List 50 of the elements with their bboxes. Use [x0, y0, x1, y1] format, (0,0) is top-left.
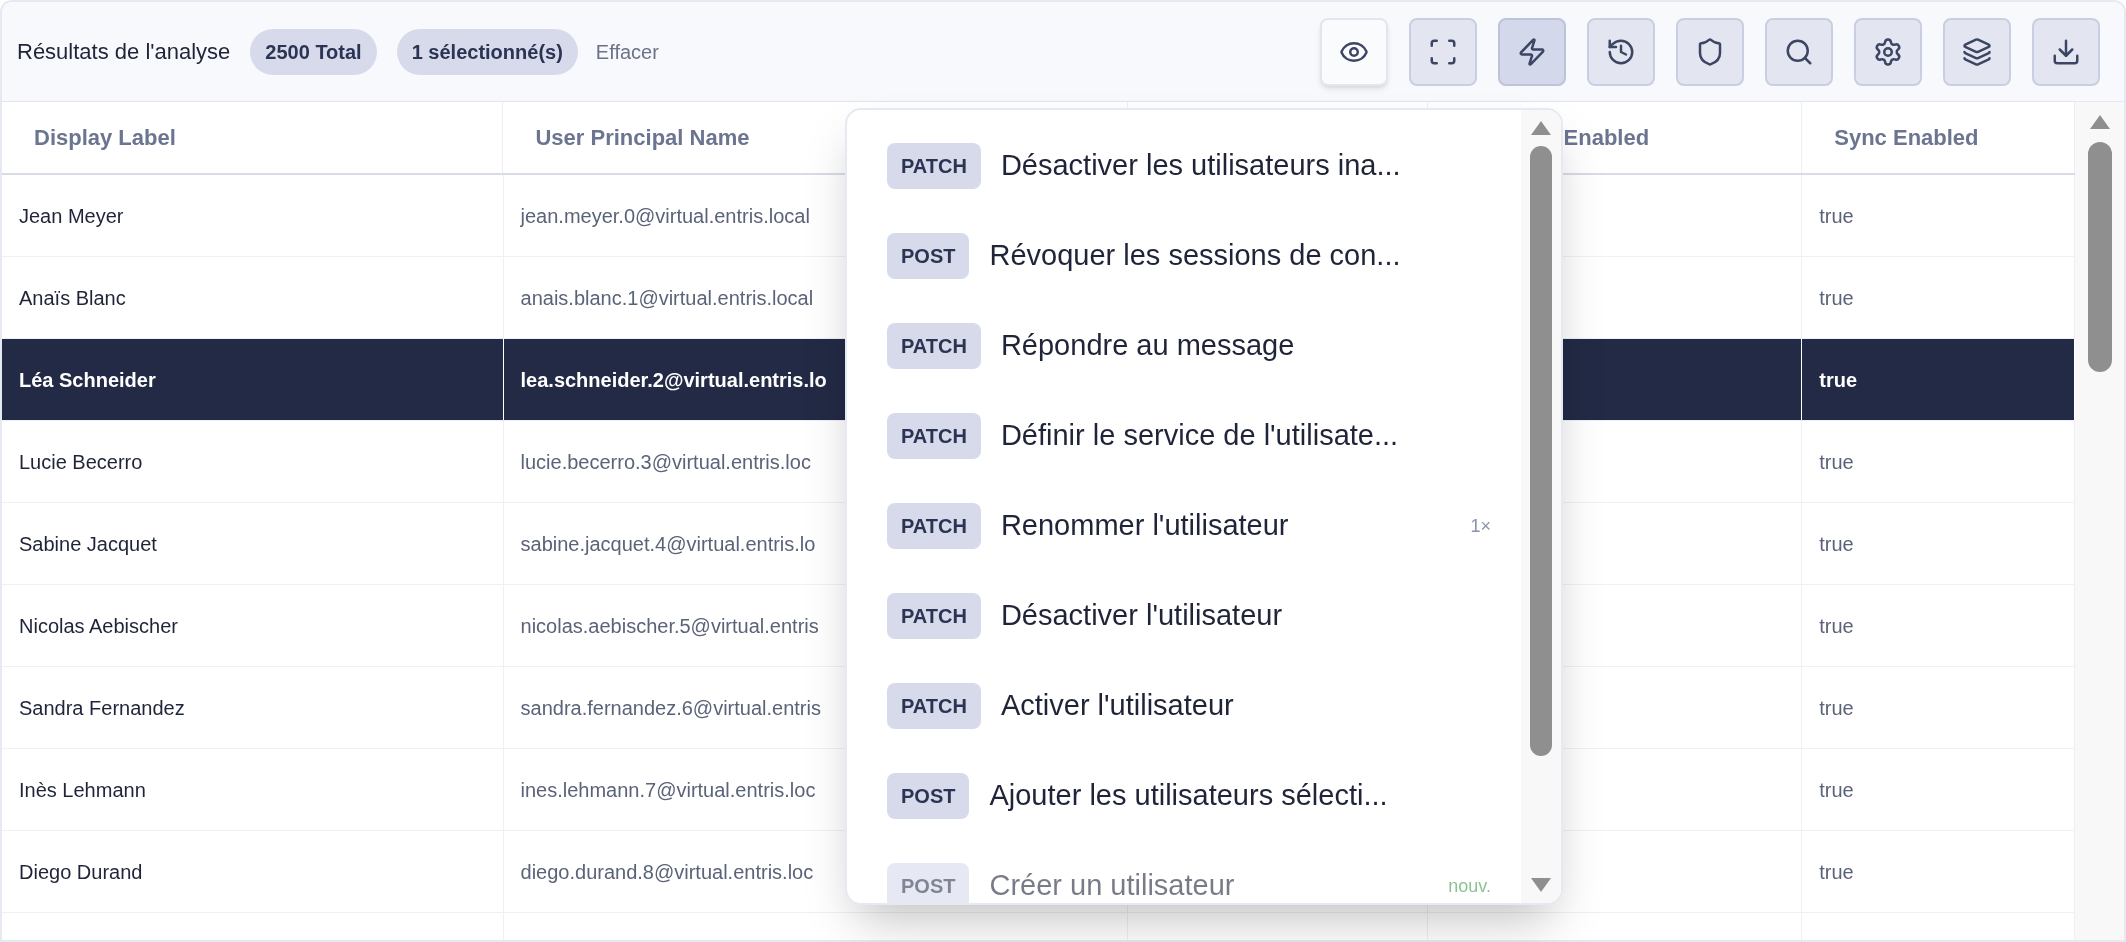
table-cell-text: true [1819, 777, 1854, 803]
menu-item-label: Désactiver l'utilisateur [1000, 598, 1283, 634]
table-cell-text: true [1819, 203, 1854, 229]
table-cell-text: Anaïs Blanc [19, 285, 126, 311]
menu-item-label: Définir le service de l'utilisate... [1000, 418, 1399, 454]
table-cell-text: true [1819, 859, 1854, 885]
table-cell-text: diego.durand.8@virtual.entris.loc [520, 859, 814, 885]
table-cell-text: true [1819, 531, 1854, 557]
table-cell-text: anais.blanc.1@virtual.entris.local [520, 285, 814, 311]
menu-item-label: Révoquer les sessions de con... [989, 238, 1401, 274]
method-badge: POST [887, 863, 970, 903]
table-cell-text: Léa Schneider [19, 367, 156, 393]
method-badge: POST [887, 233, 970, 279]
table-cell-text: true [1819, 613, 1854, 639]
menu-item-label: Désactiver les utilisateurs ina... [1000, 148, 1401, 184]
method-badge: PATCH [887, 503, 981, 549]
table-cell-text: Inès Lehmann [19, 777, 146, 803]
menu-item-label: Créer un utilisateur [989, 868, 1235, 903]
method-badge: PATCH [887, 413, 981, 459]
table-cell-text: true [1819, 695, 1854, 721]
menu-item-label: Renommer l'utilisateur [1000, 508, 1289, 544]
count-badge: 1 sélectionné(s) [396, 28, 578, 75]
menu-item-label: Activer l'utilisateur [1000, 688, 1234, 724]
table-cell-text: Nicolas Aebischer [19, 613, 178, 639]
item-hint: nouv. [1448, 874, 1491, 898]
table-cell-text: Sabine Jacquet [19, 531, 157, 557]
item-hint: 1× [1470, 514, 1491, 538]
menu-item-label: Répondre au message [1000, 328, 1295, 364]
table-cell-text: sabine.jacquet.4@virtual.entris.lo [520, 531, 816, 557]
method-badge: PATCH [887, 683, 981, 729]
method-badge: PATCH [887, 593, 981, 639]
table-cell-text: jean.meyer.0@virtual.entris.local [520, 203, 810, 229]
table-cell-text: sandra.fernandez.6@virtual.entris [520, 695, 821, 721]
table-cell-text: Diego Durand [19, 859, 143, 885]
table-cell-text: Lucie Becerro [19, 449, 143, 475]
table-cell-text: true [1819, 285, 1854, 311]
count-badge: 2500 Total [250, 28, 377, 75]
table-cell-text: lucie.becerro.3@virtual.entris.loc [520, 449, 811, 475]
method-badge: PATCH [887, 323, 981, 369]
table-cell-text: Jean Meyer [19, 203, 124, 229]
table-cell-text: true [1819, 449, 1854, 475]
method-badge: PATCH [887, 143, 981, 189]
table-cell-text: lea.schneider.2@virtual.entris.lo [520, 367, 827, 393]
panel-title: Résultats de l'analyse [17, 38, 231, 66]
table-cell-text: Sandra Fernandez [19, 695, 185, 721]
method-badge: POST [887, 773, 970, 819]
table-cell-text: ines.lehmann.7@virtual.entris.loc [520, 777, 816, 803]
table-cell-text: true [1819, 367, 1858, 393]
menu-item-label: Ajouter les utilisateurs sélecti... [989, 778, 1388, 814]
table-cell-text: nicolas.aebischer.5@virtual.entris [520, 613, 819, 639]
